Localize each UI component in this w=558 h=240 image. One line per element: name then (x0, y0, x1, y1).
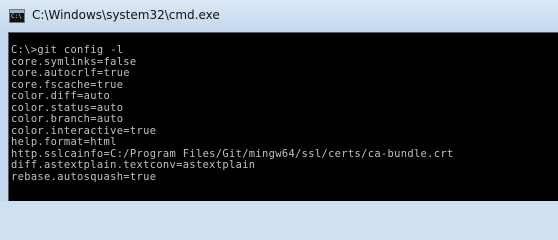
cmd-icon[interactable] (9, 9, 25, 23)
console-line: rebase.autosquash=true (11, 171, 157, 184)
title-bar[interactable]: C:\Windows\system32\cmd.exe (0, 0, 558, 32)
window-title: C:\Windows\system32\cmd.exe (32, 8, 220, 22)
console-line: color.diff=auto (11, 90, 111, 103)
cmd-window: C:\Windows\system32\cmd.exe C:\>git conf… (0, 0, 558, 201)
console-line: C:\>git config -l (11, 44, 124, 56)
console-line: core.autocrlf=true (11, 67, 130, 80)
console-area[interactable]: C:\>git config -l core.symlinks=false co… (8, 32, 558, 201)
console-output: C:\>git config -l core.symlinks=false co… (11, 44, 454, 184)
